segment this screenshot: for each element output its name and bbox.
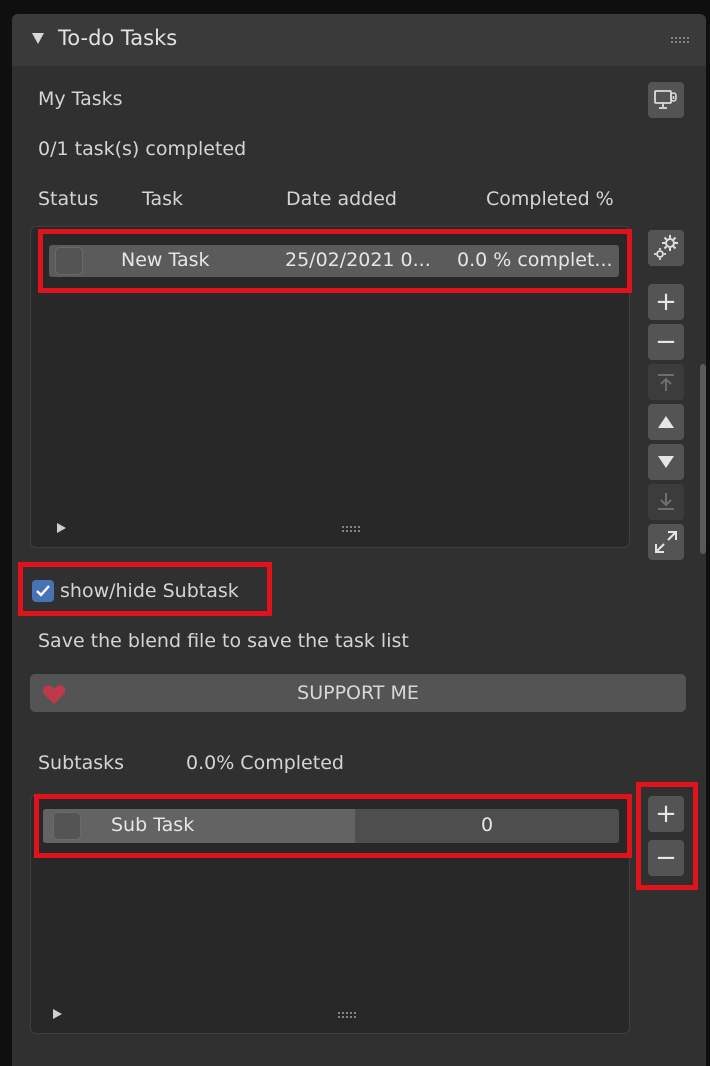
add-subtask-button[interactable]: +: [648, 796, 684, 832]
column-header-date-added: Date added: [286, 188, 397, 210]
column-header-task: Task: [142, 188, 184, 210]
support-me-button[interactable]: SUPPORT ME: [30, 674, 686, 712]
task-date-added: 25/02/2021 0...: [285, 249, 431, 271]
subtask-list-options-arrow-icon[interactable]: [53, 1009, 62, 1019]
column-header-completed-percent: Completed %: [486, 188, 614, 210]
add-task-button[interactable]: +: [648, 284, 684, 320]
subtask-status-checkbox[interactable]: [53, 812, 81, 840]
monitor-link-icon: [654, 90, 677, 109]
subtasks-heading: Subtasks: [38, 752, 125, 774]
subtask-name: Sub Task: [111, 814, 195, 836]
window-frame: To-do Tasks My Tasks 0/1 task(s) complet…: [0, 0, 710, 1066]
drag-grip-icon[interactable]: [670, 36, 690, 44]
move-task-down-button[interactable]: [648, 444, 684, 480]
task-settings-button[interactable]: [648, 230, 684, 266]
collapse-arrow-icon[interactable]: [32, 33, 44, 44]
checkmark-icon: [36, 585, 50, 597]
subtask-list-resize-grip-icon[interactable]: [337, 1011, 357, 1019]
show-hide-subtask-checkbox[interactable]: [32, 580, 54, 602]
triangle-down-icon: [658, 456, 674, 468]
subtask-value[interactable]: 0: [355, 814, 619, 836]
move-task-top-button[interactable]: [648, 364, 684, 400]
column-header-status: Status: [38, 188, 99, 210]
task-list[interactable]: New Task 25/02/2021 0... 0.0 % complet..…: [30, 226, 630, 548]
subtask-row[interactable]: Sub Task 0: [43, 809, 619, 843]
move-task-up-button[interactable]: [648, 404, 684, 440]
list-resize-grip-icon[interactable]: [341, 525, 361, 533]
task-name: New Task: [121, 249, 210, 271]
subtasks-completed-summary: 0.0% Completed: [186, 752, 344, 774]
subtask-list[interactable]: Sub Task 0: [30, 794, 630, 1034]
tasks-completed-summary: 0/1 task(s) completed: [38, 138, 247, 160]
task-completed-percent: 0.0 % complet...: [457, 249, 613, 271]
todo-panel: To-do Tasks My Tasks 0/1 task(s) complet…: [12, 14, 706, 1066]
panel-header[interactable]: To-do Tasks: [12, 14, 706, 66]
remove-task-button[interactable]: −: [648, 324, 684, 360]
task-status-checkbox[interactable]: [55, 247, 83, 275]
show-hide-subtask-label[interactable]: show/hide Subtask: [60, 580, 239, 602]
expand-icon: [655, 531, 677, 553]
panel-scrollbar[interactable]: [700, 364, 706, 554]
monitor-link-button[interactable]: [648, 82, 684, 118]
save-note: Save the blend file to save the task lis…: [38, 630, 409, 652]
gear-icon: [654, 235, 678, 260]
move-bottom-icon: [658, 493, 674, 510]
task-row[interactable]: New Task 25/02/2021 0... 0.0 % complet..…: [49, 245, 619, 277]
remove-subtask-button[interactable]: −: [648, 840, 684, 876]
list-options-arrow-icon[interactable]: [57, 523, 66, 533]
panel-title: To-do Tasks: [58, 26, 178, 50]
my-tasks-heading: My Tasks: [38, 88, 123, 110]
move-top-icon: [658, 374, 674, 391]
support-me-label: SUPPORT ME: [297, 682, 419, 704]
expand-list-button[interactable]: [648, 524, 684, 560]
move-task-bottom-button[interactable]: [648, 484, 684, 520]
triangle-up-icon: [658, 416, 674, 428]
